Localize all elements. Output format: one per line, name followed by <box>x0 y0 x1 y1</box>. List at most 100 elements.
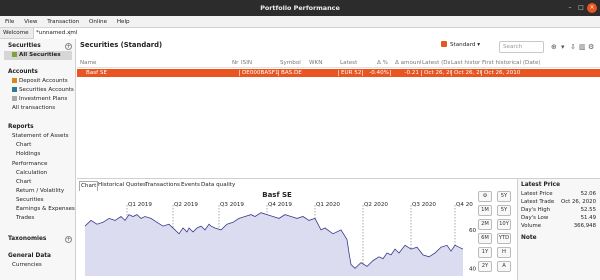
sidebar-item-securities-report[interactable]: Securities <box>16 197 44 203</box>
sidebar-item-return-volatility[interactable]: Return / Volatility <box>16 188 64 194</box>
range-2y[interactable]: 2Y <box>478 261 492 272</box>
view-dropdown[interactable]: Standard ▾ <box>441 41 480 48</box>
sidebar-item-currencies[interactable]: Currencies <box>12 262 42 268</box>
col-wkn[interactable]: WKN <box>309 60 337 66</box>
section-securities: Securities <box>8 43 41 49</box>
sidebar-item-deposit-accounts[interactable]: Deposit Accounts <box>12 78 68 84</box>
quarter-label: Q2 2020 <box>364 202 388 208</box>
menu-transaction[interactable]: Transaction <box>44 16 82 28</box>
sidebar-item-holdings[interactable]: Holdings <box>16 151 40 157</box>
chart-title: Basf SE <box>262 191 292 199</box>
sidebar-item-earnings-expenses[interactable]: Earnings & Expenses <box>16 206 75 212</box>
table-row[interactable]: Basf SE DE000BASF11 BAS.DE EUR 52.0 -0.4… <box>77 69 600 77</box>
range-5y[interactable]: 5Y <box>497 205 511 216</box>
range-1m[interactable]: 1M <box>478 205 492 216</box>
export-icon[interactable]: ⇩ <box>570 43 576 51</box>
maximize-button[interactable]: □ <box>576 3 586 13</box>
sidebar-item-statement-chart[interactable]: Chart <box>16 142 31 148</box>
cell-last-historical: Oct 26, 202 <box>451 70 481 76</box>
menu-online[interactable]: Online <box>86 16 110 28</box>
add-securities-icon[interactable]: + <box>65 43 72 50</box>
section-general-data: General Data <box>8 253 51 259</box>
range-h[interactable]: H <box>497 247 511 258</box>
col-symbol[interactable]: Symbol <box>280 60 308 66</box>
gear-icon[interactable]: ⚙ <box>588 43 594 51</box>
minimize-button[interactable]: – <box>565 3 575 13</box>
sidebar-item-investment-plans[interactable]: Investment Plans <box>12 96 67 102</box>
quarter-label: Q1 2019 <box>128 202 152 208</box>
range-1y[interactable]: 1Y <box>478 247 492 258</box>
add-icon[interactable]: ⊕ <box>551 43 557 51</box>
calendar-icon <box>441 41 447 47</box>
table-header: Name Nr ISIN Symbol WKN Latest Δ % Δ amo… <box>77 59 600 68</box>
col-delta-amount[interactable]: Δ amount <box>395 60 421 66</box>
sidebar-item-calculation[interactable]: Calculation <box>16 170 47 176</box>
tab-historical-quotes[interactable]: Historical Quotes <box>97 181 147 190</box>
window-titlebar: Portfolio Performance – □ × <box>0 0 600 16</box>
info-value-volume: 366,948 <box>573 223 596 229</box>
tab-data-quality[interactable]: Data quality <box>200 181 236 190</box>
info-value-days-high: 52.55 <box>580 207 596 213</box>
quarter-label: Q4 20 <box>456 202 473 208</box>
latest-price-panel: Latest Price Latest Price 52.06 Latest T… <box>517 178 600 280</box>
y-tick-label: 40 <box>469 266 477 272</box>
price-area <box>85 212 463 276</box>
range-buttons: ⚙ 5Y 1M 5Y 2M 10Y 6M YTD 1Y H 2Y A <box>477 191 517 280</box>
col-latest[interactable]: Latest <box>340 60 368 66</box>
tab-events[interactable]: Events <box>180 181 201 190</box>
close-button[interactable]: × <box>587 3 597 13</box>
col-name[interactable]: Name <box>80 60 230 66</box>
cell-delta-amount: -0.21 <box>390 70 420 76</box>
sidebar-item-all-transactions[interactable]: All transactions <box>12 105 55 111</box>
sidebar-item-performance-chart[interactable]: Chart <box>16 179 31 185</box>
section-taxonomies: Taxonomies <box>8 236 47 242</box>
col-first-historical[interactable]: First historical (Date) <box>482 60 552 66</box>
col-nr[interactable]: Nr <box>232 60 240 66</box>
range-all[interactable]: A <box>497 261 511 272</box>
col-delta-pct[interactable]: Δ % <box>377 60 395 66</box>
navigation-sidebar: Welcome *unnamed.xml ⋮ Securities + All … <box>0 28 81 280</box>
sidebar-item-trades[interactable]: Trades <box>16 215 34 221</box>
filter-icon[interactable]: ▾ <box>561 43 565 51</box>
menu-help[interactable]: Help <box>114 16 133 28</box>
sidebar-item-performance[interactable]: Performance <box>12 161 47 167</box>
note-title: Note <box>521 235 537 241</box>
info-label-latest-trade: Latest Trade <box>521 199 555 205</box>
cell-latest-date: Oct 26, 202 <box>421 70 451 76</box>
col-latest-date[interactable]: Latest (Da <box>422 60 450 66</box>
y-tick-label: 60 <box>469 228 477 234</box>
tab-transactions[interactable]: Transactions <box>144 181 181 190</box>
settings-icon[interactable]: ⚙ <box>478 191 492 202</box>
search-input[interactable]: Search <box>499 41 544 53</box>
sidebar-item-statement-of-assets[interactable]: Statement of Assets <box>12 133 69 139</box>
tab-welcome[interactable]: Welcome <box>1 28 31 39</box>
range-5y-top[interactable]: 5Y <box>497 191 511 202</box>
price-chart[interactable]: Basf SE Q1 2019 Q2 2019 Q3 2019 Q4 2019 Q1 2… <box>77 190 477 280</box>
menu-view[interactable]: View <box>21 16 40 28</box>
section-accounts: Accounts <box>8 69 38 75</box>
sidebar-item-securities-accounts[interactable]: Securities Accounts <box>12 87 74 93</box>
cell-latest: EUR 52.0 <box>338 70 362 76</box>
col-last-historical[interactable]: Last histor <box>451 60 481 66</box>
securities-view: Securities (Standard) Standard ▾ Search … <box>77 28 600 178</box>
col-isin[interactable]: ISIN <box>241 60 281 66</box>
columns-icon[interactable]: ▥ <box>579 43 586 51</box>
range-ytd[interactable]: YTD <box>497 233 511 244</box>
range-6m[interactable]: 6M <box>478 233 492 244</box>
info-value-latest-trade: Oct 26, 2020 <box>560 199 596 205</box>
deposit-account-icon <box>12 78 17 83</box>
menu-file[interactable]: File <box>2 16 17 28</box>
sidebar-item-all-securities[interactable]: All Securities <box>12 52 61 58</box>
quarter-label: Q3 2019 <box>220 202 244 208</box>
tab-unnamed-file[interactable]: *unnamed.xml <box>33 28 81 39</box>
cell-delta-pct: -0.40% <box>362 70 390 76</box>
info-value-days-low: 51.49 <box>580 215 596 221</box>
info-label-latest-price: Latest Price <box>521 191 553 197</box>
securities-account-icon <box>12 87 17 92</box>
range-2m[interactable]: 2M <box>478 219 492 230</box>
cell-first-historical: Oct 26, 2010 <box>481 70 551 76</box>
cell-name: Basf SE <box>86 70 108 76</box>
range-10y[interactable]: 10Y <box>497 219 511 230</box>
add-taxonomy-icon[interactable]: + <box>65 236 72 243</box>
tab-menu-icon[interactable]: ⋮ <box>67 28 73 39</box>
